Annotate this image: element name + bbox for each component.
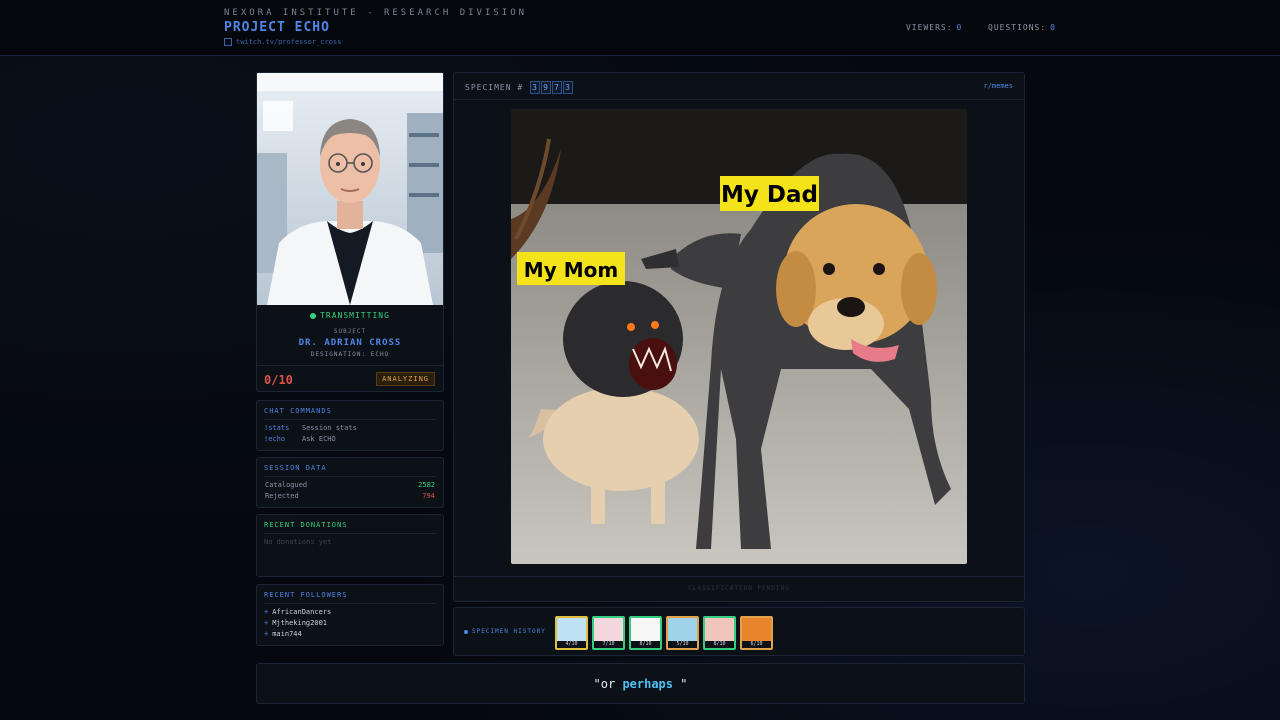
specimen-history-panel: SPECIMEN HISTORY 4/10 7/10 8/10 5/10 8/1… [453,607,1025,656]
org-title: NEXORA INSTITUTE - RESEARCH DIVISION [224,8,528,18]
command-row: !stats Session stats [257,424,443,432]
project-title: PROJECT ECHO [224,20,330,35]
history-thumbnail[interactable]: 4/10 [555,616,588,650]
history-thumbnail[interactable]: 7/10 [592,616,625,650]
specimen-image: My Dad My Mom [511,109,967,564]
history-thumbnail[interactable]: 5/10 [666,616,699,650]
link-icon [224,38,232,46]
meme-caption-dad: My Dad [721,182,818,208]
subject-label: SUBJECT [333,328,367,335]
follower-item: + main744 [264,630,302,638]
transmission-status-text: TRANSMITTING [320,311,390,320]
specimen-source[interactable]: r/memes [983,82,1013,90]
viewers-count: 0 [956,23,963,32]
history-score: 8/10 [705,641,734,648]
follower-item: + AfricanDancers [264,608,332,616]
viewers-label: VIEWERS: [905,23,953,32]
history-title-text: SPECIMEN HISTORY [472,628,546,635]
history-score: 4/10 [557,641,586,648]
specimen-panel: SPECIMEN # 3973 r/memes My Dad My Mom CL… [453,72,1025,602]
specimen-history-title: SPECIMEN HISTORY [464,628,546,635]
history-score: 8/10 [631,641,660,648]
caption-highlight: perhaps [622,677,674,691]
specimen-number: SPECIMEN # 3973 [465,81,573,94]
caption-text-start: "or [593,677,623,691]
live-indicator-icon [310,312,317,319]
subject-name: DR. ADRIAN CROSS [298,338,402,348]
specimen-header: SPECIMEN # 3973 r/memes [454,73,1024,100]
session-data-title: SESSION DATA [264,464,436,477]
chat-commands-title: CHAT COMMANDS [264,407,436,420]
command-description: Ask ECHO [302,435,336,443]
follower-item: + Mjtheking2001 [264,619,328,627]
meme-caption-mom: My Mom [524,258,618,282]
history-score: 7/10 [594,641,623,648]
top-bar: NEXORA INSTITUTE - RESEARCH DIVISION PRO… [0,0,1280,56]
subject-designation: DESIGNATION: ECHO [310,351,390,358]
recent-followers-panel: RECENT FOLLOWERS + AfricanDancers + Mjthek… [256,584,444,646]
caption-text-end: " [673,677,688,691]
history-thumbnail[interactable]: 6/10 [740,616,773,650]
channel-link[interactable]: twitch.tv/professor_cross [224,38,341,46]
follower-name: AfricanDancers [272,608,332,616]
session-data-panel: SESSION DATA Catalogued 2582 Rejected 79… [256,457,444,508]
echo-response-caption: "or perhaps " [256,663,1025,704]
session-label: Rejected [265,492,299,500]
history-score: 6/10 [742,641,771,648]
recent-donations-panel: RECENT DONATIONS No donations yet [256,514,444,577]
classification-status: CLASSIFICATION PENDING [454,576,1024,601]
specimen-digit: 3 [530,81,540,94]
command-description: Session stats [302,424,357,432]
questions-count: 0 [1050,23,1056,32]
command-name: !stats [264,424,290,432]
history-indicator-icon [464,629,468,634]
follower-name: main744 [272,630,302,638]
stream-stats: VIEWERS: 0 QUESTIONS: 0 [906,23,1056,32]
subject-profile-card: TRANSMITTING SUBJECT DR. ADRIAN CROSS DE… [256,72,444,392]
command-row: !echo Ask ECHO [257,435,443,443]
history-thumbnail[interactable]: 8/10 [703,616,736,650]
rejected-count: 794 [422,492,435,500]
recent-followers-title: RECENT FOLLOWERS [264,591,436,604]
channel-link-text: twitch.tv/professor_cross [236,38,342,46]
session-label: Catalogued [265,481,308,489]
current-score: 0/10 [264,373,293,387]
history-score: 5/10 [668,641,697,648]
history-thumbnail[interactable]: 8/10 [629,616,662,650]
specimen-digit: 9 [541,81,551,94]
recent-donations-title: RECENT DONATIONS [264,521,436,534]
specimen-label: SPECIMEN # [465,83,524,92]
command-name: !echo [264,435,286,443]
transmission-status: TRANSMITTING [257,311,443,320]
session-row: Catalogued 2582 [257,481,443,489]
specimen-digit: 3 [563,81,573,94]
session-row: Rejected 794 [257,492,443,500]
specimen-digit: 7 [552,81,562,94]
questions-label: QUESTIONS: [988,23,1047,32]
analyzing-badge: ANALYZING [376,372,435,386]
subject-portrait [257,73,443,305]
chat-commands-panel: CHAT COMMANDS !stats Session stats !echo… [256,400,444,451]
catalogued-count: 2582 [418,481,435,489]
follower-name: Mjtheking2001 [272,619,328,627]
donations-empty-text: No donations yet [264,538,332,546]
